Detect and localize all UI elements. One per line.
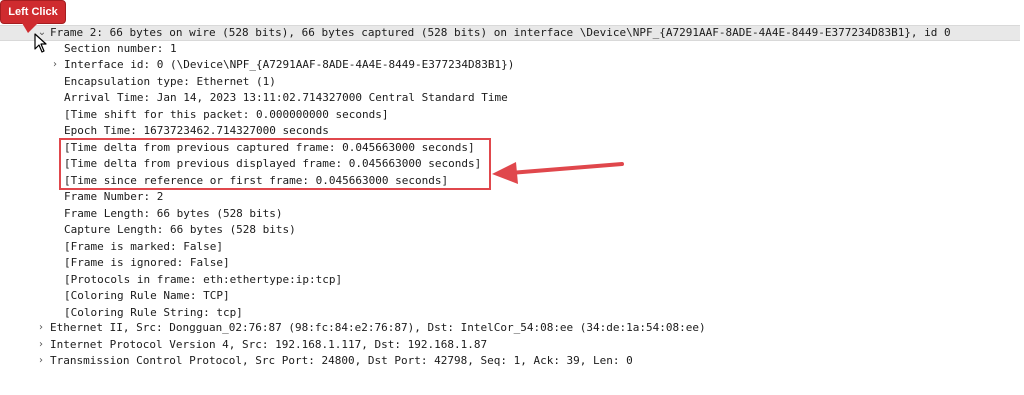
field-label: Arrival Time: Jan 14, 2023 13:11:02.7143… xyxy=(64,91,508,104)
field-label: [Coloring Rule Name: TCP] xyxy=(64,289,230,302)
chevron-right-icon[interactable]: › xyxy=(50,57,60,73)
chevron-right-icon[interactable]: › xyxy=(36,353,46,369)
tree-row-field[interactable]: Encapsulation type: Ethernet (1) xyxy=(64,74,276,90)
tree-row-field[interactable]: [Frame is marked: False] xyxy=(64,239,223,255)
tree-row-field[interactable]: Capture Length: 66 bytes (528 bits) xyxy=(64,222,296,238)
tree-row-field[interactable]: Arrival Time: Jan 14, 2023 13:11:02.7143… xyxy=(64,90,508,106)
protocol-label: Transmission Control Protocol, Src Port:… xyxy=(50,354,633,367)
callout-arrow-icon xyxy=(492,162,624,184)
left-click-tooltip: Left Click xyxy=(0,0,66,24)
field-label: [Protocols in frame: eth:ethertype:ip:tc… xyxy=(64,273,343,286)
tree-row-field[interactable]: [Coloring Rule String: tcp] xyxy=(64,305,243,321)
field-label: [Frame is marked: False] xyxy=(64,240,223,253)
tooltip-label: Left Click xyxy=(8,6,58,18)
field-label: Section number: 1 xyxy=(64,42,177,55)
protocol-label: Internet Protocol Version 4, Src: 192.16… xyxy=(50,338,488,351)
mouse-pointer-icon xyxy=(34,33,47,53)
annotation-highlight-box xyxy=(59,138,491,190)
field-label: Frame Number: 2 xyxy=(64,190,164,203)
tooltip-tail-icon xyxy=(22,23,38,33)
field-label: [Frame is ignored: False] xyxy=(64,256,230,269)
tree-row-field[interactable]: Frame Length: 66 bytes (528 bits) xyxy=(64,206,283,222)
protocol-label: Ethernet II, Src: Dongguan_02:76:87 (98:… xyxy=(50,321,706,334)
chevron-right-icon[interactable]: › xyxy=(36,320,46,336)
tree-row-field[interactable]: Frame Number: 2 xyxy=(64,189,163,205)
tree-row-field[interactable]: Section number: 1 xyxy=(64,41,177,57)
field-label: Capture Length: 66 bytes (528 bits) xyxy=(64,223,296,236)
chevron-right-icon[interactable]: › xyxy=(36,337,46,353)
tree-row-field[interactable]: [Frame is ignored: False] xyxy=(64,255,230,271)
field-label: Frame Length: 66 bytes (528 bits) xyxy=(64,207,283,220)
tree-row-frame[interactable]: ⌄ Frame 2: 66 bytes on wire (528 bits), … xyxy=(0,25,1020,41)
field-label: Epoch Time: 1673723462.714327000 seconds xyxy=(64,124,329,137)
tree-row-field[interactable]: Epoch Time: 1673723462.714327000 seconds xyxy=(64,123,329,139)
tree-row-field[interactable]: [Coloring Rule Name: TCP] xyxy=(64,288,230,304)
field-label: [Time shift for this packet: 0.000000000… xyxy=(64,108,389,121)
field-label: Encapsulation type: Ethernet (1) xyxy=(64,75,276,88)
field-label: [Coloring Rule String: tcp] xyxy=(64,306,243,319)
tree-row-field[interactable]: [Time shift for this packet: 0.000000000… xyxy=(64,107,389,123)
field-label: Interface id: 0 (\Device\NPF_{A7291AAF-8… xyxy=(64,58,515,71)
frame-header-label: Frame 2: 66 bytes on wire (528 bits), 66… xyxy=(50,26,951,39)
tree-row-field[interactable]: [Protocols in frame: eth:ethertype:ip:tc… xyxy=(64,272,342,288)
